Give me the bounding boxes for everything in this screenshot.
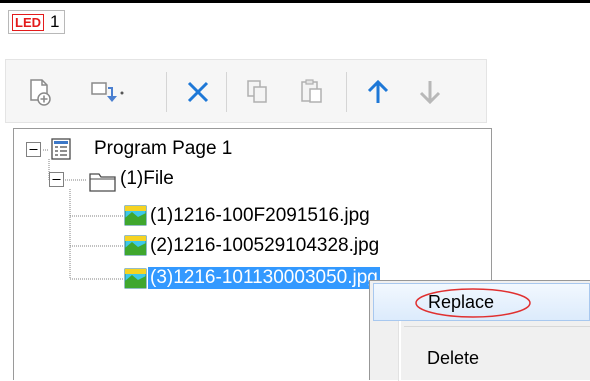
move-down-button[interactable]: [410, 60, 450, 124]
menu-separator: [404, 326, 590, 327]
tree-node-file-2[interactable]: (2)1216-100529104328.jpg: [150, 235, 379, 257]
move-down-icon: [419, 81, 441, 105]
add-page-icon: [30, 79, 51, 106]
copy-icon: [247, 80, 267, 103]
tab-number: 1: [50, 12, 60, 31]
led-badge: LED: [12, 13, 44, 31]
toolbar-separator: [346, 72, 347, 112]
delete-button[interactable]: [178, 60, 218, 124]
image-file-icon: [124, 235, 147, 256]
toolbar: [5, 59, 487, 123]
image-file-icon: [124, 205, 147, 226]
paste-button[interactable]: [292, 60, 332, 124]
add-item-dropdown-icon: [91, 82, 124, 102]
copy-button[interactable]: [238, 60, 278, 124]
tree-node-file-1[interactable]: (1)1216-100F2091516.jpg: [150, 205, 370, 227]
menu-item-replace[interactable]: Replace: [373, 283, 590, 321]
collapse-folder-icon[interactable]: [49, 172, 66, 189]
toolbar-separator: [226, 72, 227, 112]
top-border: [0, 0, 590, 3]
folder-icon: [89, 173, 116, 192]
paste-icon: [301, 79, 322, 103]
tree-node-folder[interactable]: (1)File: [120, 168, 174, 190]
toolbar-separator: [166, 72, 167, 112]
add-item-dropdown-button[interactable]: [84, 60, 136, 124]
program-page-icon: [51, 138, 71, 160]
tree-node-program-page[interactable]: Program Page 1: [94, 138, 232, 160]
delete-icon: [187, 81, 209, 103]
menu-item-delete-label: Delete: [427, 347, 480, 368]
move-up-button[interactable]: [358, 60, 398, 124]
context-menu: Replace Delete: [369, 280, 590, 381]
tab-led-1[interactable]: LED 1: [8, 10, 66, 34]
collapse-root-icon[interactable]: [26, 142, 43, 159]
tree-node-file-3-selected[interactable]: (3)1216-101130003050.jpg: [148, 267, 380, 289]
image-file-icon: [124, 268, 147, 289]
highlight-ellipse: [415, 288, 531, 318]
add-page-button[interactable]: [20, 60, 60, 124]
menu-item-delete[interactable]: Delete: [373, 339, 590, 377]
move-up-icon: [367, 79, 389, 103]
